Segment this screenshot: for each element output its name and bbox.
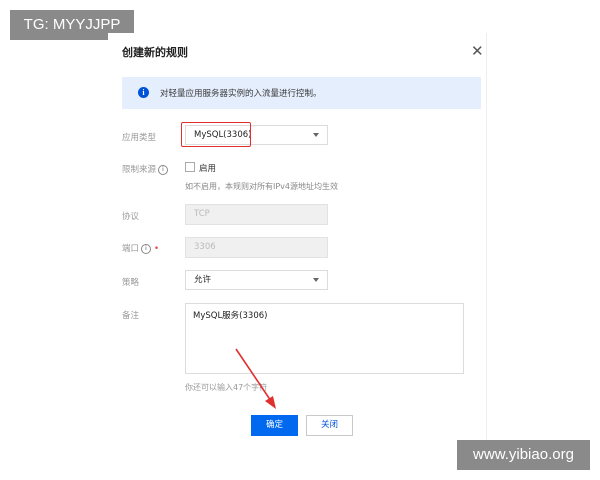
annotation-arrow (235, 348, 276, 409)
watermark-bottom-right: www.yibiao.org (457, 440, 590, 470)
